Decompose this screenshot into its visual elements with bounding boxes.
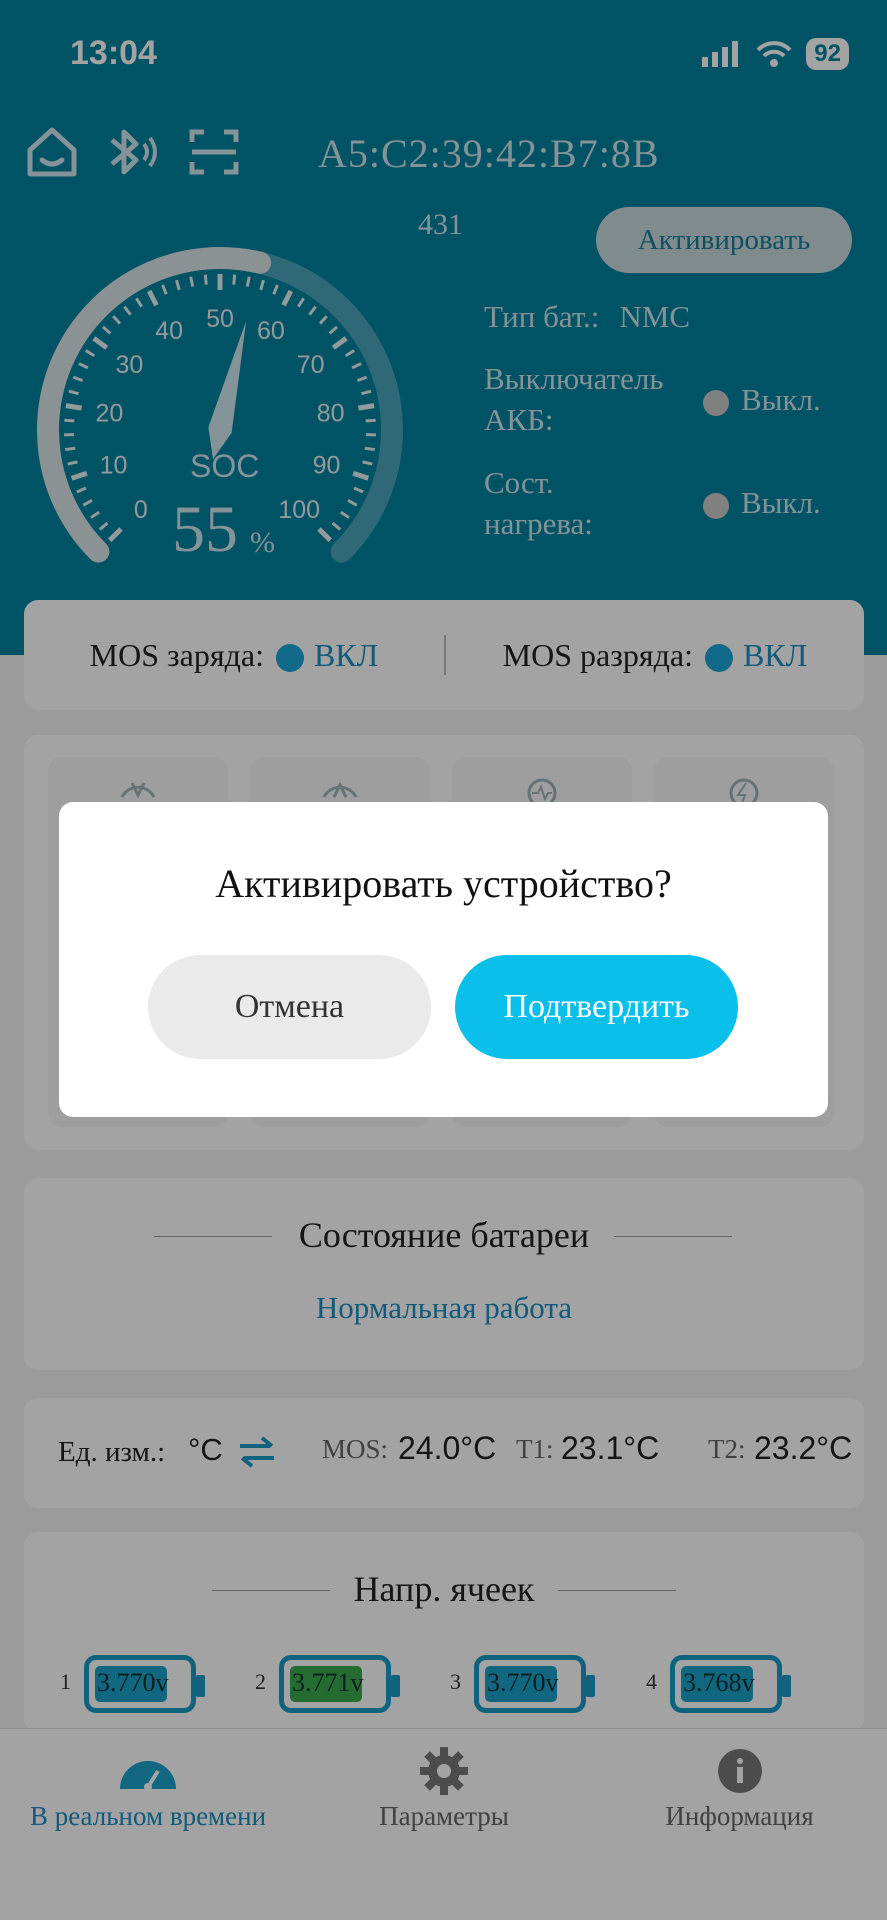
dialog-title: Активировать устройство? (59, 860, 828, 907)
activate-dialog: Активировать устройство? Отмена Подтверд… (59, 802, 828, 1117)
confirm-button[interactable]: Подтвердить (455, 955, 738, 1059)
cancel-button[interactable]: Отмена (148, 955, 431, 1059)
